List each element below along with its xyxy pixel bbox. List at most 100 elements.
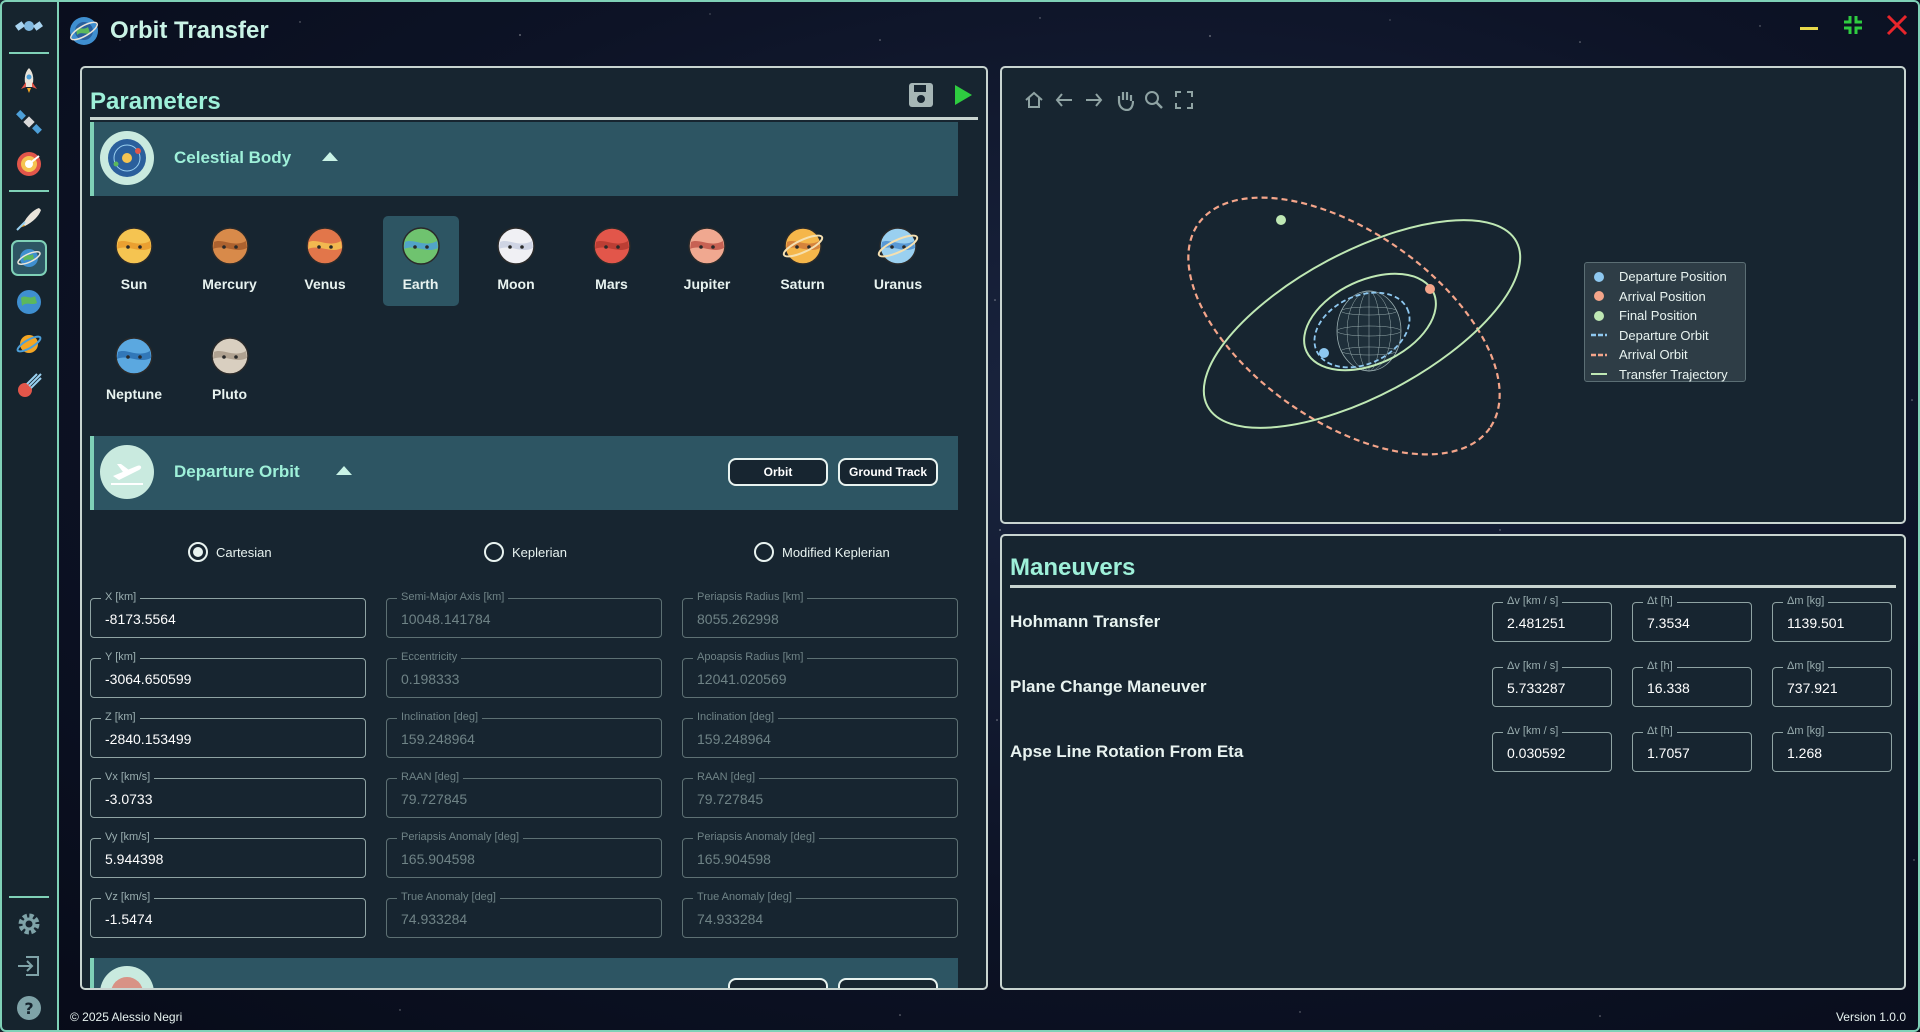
field-label: Vz [km/s] xyxy=(101,891,155,903)
body-label: Sun xyxy=(120,276,148,292)
radio-button[interactable] xyxy=(484,542,504,562)
ground-track-button[interactable] xyxy=(838,978,938,988)
arrival-orbit-section-header[interactable] xyxy=(90,958,958,988)
jupiter-icon xyxy=(688,227,726,265)
forward-arrow-icon[interactable] xyxy=(1084,90,1104,110)
radio-button[interactable] xyxy=(754,542,774,562)
app-logo-icon xyxy=(70,17,98,45)
body-label: Mercury xyxy=(202,276,257,292)
cartesian-z-field[interactable]: Z [km] -2840.153499 xyxy=(90,711,366,758)
field-label: Δv [km / s] xyxy=(1503,660,1563,672)
back-arrow-icon[interactable] xyxy=(1054,90,1074,110)
field-label: RAAN [deg] xyxy=(693,771,760,783)
cartesian-vx-field[interactable]: Vx [km/s] -3.0733 xyxy=(90,771,366,818)
launch-icon[interactable] xyxy=(11,200,47,236)
legend-item: Final Position xyxy=(1591,306,1739,326)
plot-legend: Departure Position Arrival Position Fina… xyxy=(1584,262,1746,382)
maneuver-dt-field[interactable]: Δt [h] 16.338 xyxy=(1632,660,1752,707)
cartesian-vy-field[interactable]: Vy [km/s] 5.944398 xyxy=(90,831,366,878)
satellite-logo-icon[interactable] xyxy=(11,8,47,44)
collapse-caret-icon[interactable] xyxy=(336,466,352,475)
field-value: 2.481251 xyxy=(1507,615,1566,631)
orbit-button[interactable] xyxy=(728,978,828,988)
maneuver-dt-field[interactable]: Δt [h] 7.3534 xyxy=(1632,595,1752,642)
run-icon[interactable] xyxy=(952,82,974,108)
restore-button[interactable] xyxy=(1842,14,1864,36)
ground-track-button[interactable]: Ground Track xyxy=(838,458,938,486)
celestial-body-section-header[interactable]: Celestial Body xyxy=(90,122,958,196)
satellite-icon[interactable] xyxy=(11,104,47,140)
comet-icon[interactable] xyxy=(11,368,47,404)
cartesian-x-field[interactable]: X [km] -8173.5564 xyxy=(90,591,366,638)
maneuver-dv-field[interactable]: Δv [km / s] 0.030592 xyxy=(1492,725,1612,772)
maneuver-dm-field[interactable]: Δm [kg] 1139.501 xyxy=(1772,595,1892,642)
restore-icon xyxy=(1844,16,1862,34)
body-item-mercury[interactable]: Mercury xyxy=(192,216,268,306)
body-item-sun[interactable]: Sun xyxy=(96,216,172,306)
legend-label: Departure Position xyxy=(1619,269,1727,285)
cartesian-y-field[interactable]: Y [km] -3064.650599 xyxy=(90,651,366,698)
orbit-transfer-icon[interactable] xyxy=(11,240,47,276)
body-item-neptune[interactable]: Neptune xyxy=(96,326,172,416)
body-item-jupiter[interactable]: Jupiter xyxy=(669,216,745,306)
field-value: -2840.153499 xyxy=(105,731,192,747)
maneuver-dm-field[interactable]: Δm [kg] 737.921 xyxy=(1772,660,1892,707)
orbit-button[interactable]: Orbit xyxy=(728,458,828,486)
earth-icon[interactable] xyxy=(11,284,47,320)
planet-orbit-icon[interactable] xyxy=(11,326,47,362)
body-label: Pluto xyxy=(212,386,247,402)
body-item-moon[interactable]: Moon xyxy=(478,216,554,306)
legend-item: Departure Orbit xyxy=(1591,326,1739,346)
minimize-button[interactable] xyxy=(1798,14,1820,36)
zoom-icon[interactable] xyxy=(1144,90,1164,110)
legend-marker xyxy=(1591,329,1607,341)
body-item-mars[interactable]: Mars xyxy=(574,216,650,306)
field-value: 16.338 xyxy=(1647,680,1690,696)
celestial-body-title: Celestial Body xyxy=(174,148,292,167)
sidebar-divider xyxy=(9,52,49,54)
maneuver-dv-field[interactable]: Δv [km / s] 2.481251 xyxy=(1492,595,1612,642)
field-value: 8055.262998 xyxy=(697,611,779,627)
maneuver-dm-field[interactable]: Δm [kg] 1.268 xyxy=(1772,725,1892,772)
field-label: Periapsis Radius [km] xyxy=(693,591,808,603)
parameters-title: Parameters xyxy=(90,88,221,115)
field-value: 737.921 xyxy=(1787,680,1838,696)
field-value: 10048.141784 xyxy=(401,611,491,627)
save-icon[interactable] xyxy=(908,82,934,108)
keplerian-radio[interactable]: Keplerian xyxy=(484,542,567,562)
body-item-saturn[interactable]: Saturn xyxy=(765,216,841,306)
fullscreen-icon[interactable] xyxy=(1174,90,1194,110)
cartesian-vz-field[interactable]: Vz [km/s] -1.5474 xyxy=(90,891,366,938)
body-label: Mars xyxy=(595,276,628,292)
cartesian-radio[interactable]: Cartesian xyxy=(188,542,272,562)
collapse-caret-icon[interactable] xyxy=(322,152,338,161)
field-label: Vy [km/s] xyxy=(101,831,154,843)
modified-keplerian-radio[interactable]: Modified Keplerian xyxy=(754,542,890,562)
body-item-pluto[interactable]: Pluto xyxy=(192,326,268,416)
help-icon[interactable]: ? xyxy=(11,990,47,1026)
radio-label: Keplerian xyxy=(512,544,567,560)
radio-button[interactable] xyxy=(188,542,208,562)
uranus-icon xyxy=(877,227,919,265)
body-item-earth[interactable]: Earth xyxy=(382,216,459,306)
rocket-icon[interactable] xyxy=(11,62,47,98)
pan-hand-icon[interactable] xyxy=(1114,90,1134,111)
body-item-uranus[interactable]: Uranus xyxy=(860,216,936,306)
close-button[interactable] xyxy=(1886,14,1908,36)
body-item-venus[interactable]: Venus xyxy=(287,216,363,306)
maneuvers-panel: Maneuvers Hohmann Transfer Δv [km / s] 2… xyxy=(1000,534,1906,990)
radar-icon[interactable] xyxy=(11,146,47,182)
logout-icon[interactable] xyxy=(11,948,47,984)
keplerian-eccentricity-field: Eccentricity 0.198333 xyxy=(386,651,662,698)
maneuver-dv-field[interactable]: Δv [km / s] 5.733287 xyxy=(1492,660,1612,707)
neptune-icon xyxy=(115,337,153,375)
field-label: Inclination [deg] xyxy=(397,711,483,723)
departure-orbit-section-header[interactable]: Departure Orbit Orbit Ground Track xyxy=(90,436,958,510)
maneuver-dt-field[interactable]: Δt [h] 1.7057 xyxy=(1632,725,1752,772)
field-value: 12041.020569 xyxy=(697,671,787,687)
svg-text:?: ? xyxy=(24,999,33,1018)
home-icon[interactable] xyxy=(1024,90,1044,110)
gear-icon[interactable] xyxy=(11,906,47,942)
radio-label: Modified Keplerian xyxy=(782,544,890,560)
legend-item: Transfer Trajectory xyxy=(1591,365,1739,385)
